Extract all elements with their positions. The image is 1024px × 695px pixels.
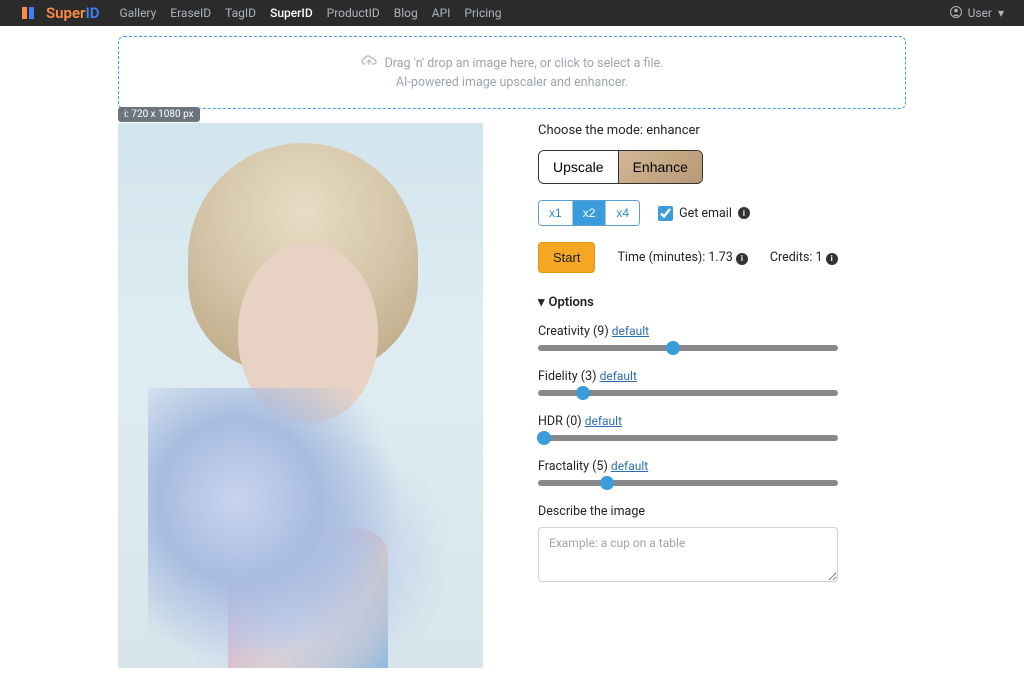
slider-thumb[interactable] xyxy=(600,476,614,490)
nav-link-gallery[interactable]: Gallery xyxy=(120,6,157,20)
scale-x2-button[interactable]: x2 xyxy=(572,201,606,225)
nav-left: SuperID Gallery EraseID TagID SuperID Pr… xyxy=(20,4,502,22)
slider-hdr: HDR (0) default xyxy=(538,414,906,441)
caret-down-icon: ▾ xyxy=(538,295,545,310)
default-link[interactable]: default xyxy=(612,324,649,338)
preview-image[interactable] xyxy=(118,123,483,668)
start-button[interactable]: Start xyxy=(538,242,595,273)
info-icon[interactable]: i xyxy=(826,253,838,265)
logo-icon xyxy=(20,5,36,21)
options-toggle[interactable]: ▾ Options xyxy=(538,295,906,310)
mode-enhance-button[interactable]: Enhance xyxy=(618,151,702,183)
dropzone-text-2: AI-powered image upscaler and enhancer. xyxy=(137,75,887,90)
user-circle-icon xyxy=(950,6,962,21)
image-column: i: 720 x 1080 px xyxy=(118,123,483,668)
describe-label: Describe the image xyxy=(538,504,906,519)
nav-link-blog[interactable]: Blog xyxy=(394,6,418,20)
brand-super: Super xyxy=(46,4,85,22)
info-icon[interactable]: i xyxy=(736,253,748,265)
slider-label-text: Fidelity (3) xyxy=(538,369,596,384)
controls-column: Choose the mode: enhancer Upscale Enhanc… xyxy=(538,123,906,668)
user-label: User xyxy=(968,6,992,20)
slider-thumb[interactable] xyxy=(537,431,551,445)
time-label: Time (minutes): 1.73 i xyxy=(617,250,747,265)
scale-x4-button[interactable]: x4 xyxy=(605,201,639,225)
dropzone-text-1: Drag 'n' drop an image here, or click to… xyxy=(385,56,664,71)
scale-group: x1 x2 x4 xyxy=(538,200,640,226)
dropzone[interactable]: Drag 'n' drop an image here, or click to… xyxy=(118,36,906,109)
slider-track[interactable] xyxy=(538,345,838,351)
mode-upscale-button[interactable]: Upscale xyxy=(539,151,618,183)
slider-track[interactable] xyxy=(538,435,838,441)
mode-heading: Choose the mode: enhancer xyxy=(538,123,906,138)
describe-textarea[interactable] xyxy=(538,527,838,582)
email-checkbox-group[interactable]: Get email i xyxy=(658,206,750,221)
default-link[interactable]: default xyxy=(600,369,637,383)
slider-thumb[interactable] xyxy=(576,386,590,400)
cloud-upload-icon xyxy=(361,55,377,71)
scale-x1-button[interactable]: x1 xyxy=(539,201,572,225)
slider-fidelity: Fidelity (3) default xyxy=(538,369,906,396)
nav-link-tagid[interactable]: TagID xyxy=(225,6,256,20)
nav-link-productid[interactable]: ProductID xyxy=(327,6,380,20)
options-header-text: Options xyxy=(549,295,594,310)
image-dimensions-badge: i: 720 x 1080 px xyxy=(118,107,200,122)
slider-track[interactable] xyxy=(538,480,838,486)
mode-toggle: Upscale Enhance xyxy=(538,150,703,184)
nav-link-pricing[interactable]: Pricing xyxy=(464,6,501,20)
email-label: Get email xyxy=(679,206,732,221)
user-menu[interactable]: User ▾ xyxy=(950,6,1004,21)
email-checkbox[interactable] xyxy=(658,206,673,221)
navbar: SuperID Gallery EraseID TagID SuperID Pr… xyxy=(0,0,1024,26)
brand-link[interactable]: SuperID xyxy=(46,4,100,22)
brand-id: ID xyxy=(85,4,99,22)
slider-creativity: Creativity (9) default xyxy=(538,324,906,351)
credits-label: Credits: 1 i xyxy=(770,250,838,265)
slider-thumb[interactable] xyxy=(666,341,680,355)
default-link[interactable]: default xyxy=(611,459,648,473)
nav-link-api[interactable]: API xyxy=(432,6,451,20)
slider-fractality: Fractality (5) default xyxy=(538,459,906,486)
slider-label-text: Creativity (9) xyxy=(538,324,609,339)
nav-link-eraseid[interactable]: EraseID xyxy=(170,6,211,20)
chevron-down-icon: ▾ xyxy=(998,6,1004,20)
slider-label-text: HDR (0) xyxy=(538,414,582,429)
slider-track[interactable] xyxy=(538,390,838,396)
info-icon[interactable]: i xyxy=(738,207,750,219)
nav-links: Gallery EraseID TagID SuperID ProductID … xyxy=(120,6,502,20)
nav-link-superid[interactable]: SuperID xyxy=(270,6,313,20)
slider-label-text: Fractality (5) xyxy=(538,459,608,474)
default-link[interactable]: default xyxy=(585,414,622,428)
